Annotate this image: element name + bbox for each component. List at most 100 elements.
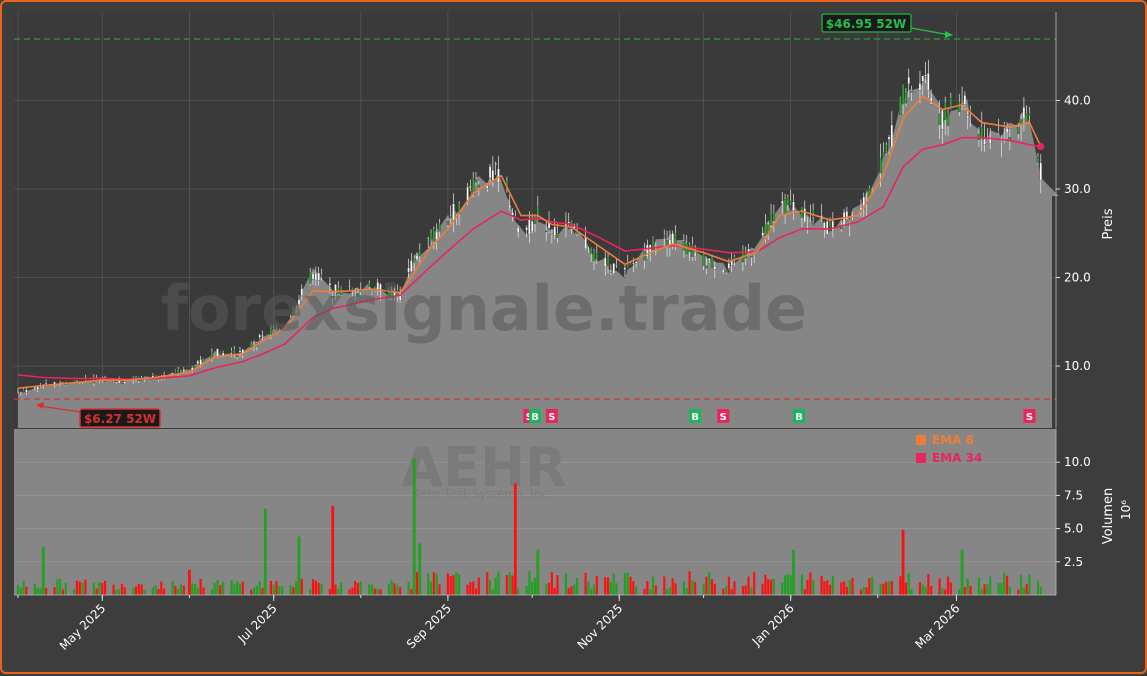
candle-body: [466, 186, 469, 202]
volume-bar: [123, 587, 126, 595]
x-axis: May 2025 Jul 2025 Sep 2025 Nov 2025 Jan 2026…: [14, 594, 1056, 653]
candle-body: [438, 223, 441, 232]
volume-bar: [671, 578, 674, 595]
volume-bar: [497, 571, 500, 595]
candle-body: [710, 257, 714, 268]
volume-bar: [646, 580, 649, 595]
volume-bar: [809, 572, 812, 595]
candle-body: [171, 371, 174, 373]
volume-bar: [56, 579, 59, 595]
candle-body: [1017, 127, 1020, 134]
candle-body: [769, 214, 773, 225]
candle-body: [941, 109, 944, 130]
x-tick-label: Mar 2026: [912, 601, 962, 651]
candle-body: [202, 357, 205, 362]
candle-body: [958, 102, 961, 112]
candle-body: [413, 258, 416, 263]
volume-bar: [753, 571, 756, 595]
volume-bar: [289, 585, 292, 595]
volume-bar: [590, 588, 593, 595]
volume-bar: [368, 584, 371, 595]
volume-bar: [73, 589, 76, 595]
volume-bar: [458, 574, 461, 595]
volume-bar: [786, 574, 789, 595]
candle-body: [786, 197, 790, 205]
volume-bar: [576, 577, 579, 595]
candle-body: [452, 203, 455, 222]
volume-bar: [236, 581, 239, 595]
volume-bar: [120, 583, 124, 595]
candle-body: [826, 221, 829, 235]
x-tick-label: Sep 2025: [404, 601, 454, 651]
volume-bar: [946, 576, 950, 595]
volume-bar: [969, 585, 972, 595]
price-panel: forexsignale.trade BSBSBSBS $46.95 52W $…: [14, 12, 1116, 429]
volume-bar: [64, 582, 67, 595]
volume-bar: [261, 588, 264, 595]
volume-bar: [879, 584, 882, 595]
candle-body: [1022, 106, 1026, 119]
candle-body: [177, 369, 180, 374]
volume-bar: [885, 581, 888, 595]
volume-bar: [997, 583, 1000, 595]
volume-bar: [33, 583, 36, 595]
volume-bar: [983, 584, 986, 595]
volume-bar: [255, 585, 258, 595]
volume-bar: [545, 583, 548, 595]
volume-bar: [331, 506, 335, 595]
candle-body: [19, 392, 22, 394]
candle-body: [1005, 128, 1009, 133]
volume-bar: [101, 583, 104, 595]
volume-bar: [1000, 583, 1003, 595]
signal-label: S: [720, 412, 727, 423]
volume-bar: [1005, 575, 1009, 595]
candle-body: [626, 263, 629, 267]
volume-bar: [334, 584, 337, 595]
volume-bar: [859, 589, 863, 595]
volume-bar: [682, 581, 686, 595]
volume-bar: [741, 586, 745, 595]
volume-bar: [314, 580, 317, 595]
volume-bar: [511, 575, 514, 595]
legend-swatch-ema34: [916, 453, 926, 463]
candle-body: [828, 221, 832, 228]
volume-bar: [320, 583, 323, 595]
volume-bar: [713, 583, 716, 595]
candle-body: [800, 206, 804, 218]
candle-body: [525, 227, 528, 231]
volume-bar: [963, 587, 966, 595]
candle-body: [842, 212, 846, 226]
candle-body: [789, 201, 792, 205]
candle-body: [1025, 113, 1028, 122]
volume-bar: [927, 573, 930, 595]
volume-bar: [16, 584, 20, 595]
candle-body: [33, 387, 37, 389]
candle-body: [494, 163, 497, 165]
candle-body: [236, 355, 239, 357]
volume-bar: [901, 529, 905, 595]
volume-bar: [373, 588, 376, 595]
volume-bar: [727, 576, 730, 595]
volume-bar: [750, 587, 753, 595]
volume-bar: [22, 580, 25, 595]
candle-body: [120, 382, 124, 384]
volume-bar: [78, 581, 81, 595]
candle-body: [761, 232, 764, 236]
volume-bar: [890, 581, 893, 595]
volume-bar: [39, 588, 42, 595]
volume-bar: [193, 584, 197, 595]
volume-bar: [258, 580, 261, 595]
volume-bar: [407, 581, 410, 595]
volume-bar: [899, 576, 902, 595]
candle-body: [907, 76, 910, 84]
candle-body: [983, 138, 986, 145]
stock-chart: forexsignale.trade BSBSBSBS $46.95 52W $…: [14, 12, 1133, 653]
volume-bar: [772, 578, 775, 595]
volume-bar: [137, 584, 140, 595]
candle-body: [486, 185, 489, 189]
volume-bar: [1019, 575, 1023, 595]
candle-body: [674, 233, 677, 244]
candle-body: [219, 351, 222, 354]
volume-bar: [281, 585, 284, 595]
volume-bar: [528, 571, 531, 595]
